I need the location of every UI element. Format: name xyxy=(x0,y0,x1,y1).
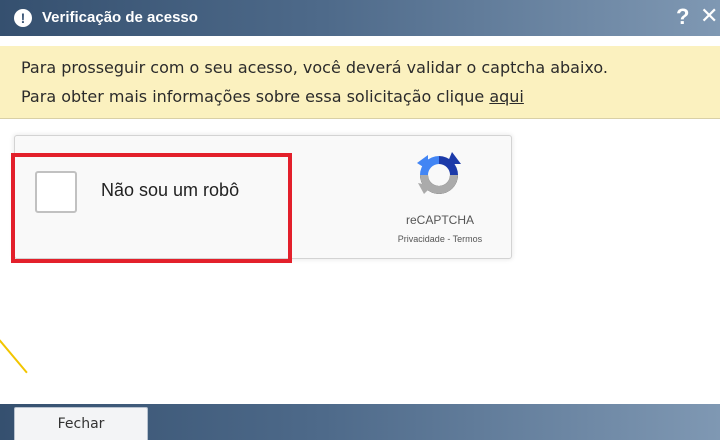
notice-info-prefix: Para obter mais informações sobre essa s… xyxy=(21,87,490,106)
notice-banner: Para prosseguir com o seu acesso, você d… xyxy=(0,46,720,119)
dialog-title: Verificação de acesso xyxy=(42,9,198,26)
recaptcha-links: Privacidade - Termos xyxy=(367,234,513,244)
info-link[interactable]: aqui xyxy=(489,87,524,106)
recaptcha-brand: reCAPTCHA xyxy=(405,213,474,227)
alert-icon: ! xyxy=(14,9,32,27)
highlight-box xyxy=(11,153,292,263)
help-button[interactable]: ? xyxy=(676,5,689,29)
decorative-line-left xyxy=(0,324,28,374)
notice-info-text: Para obter mais informações sobre essa s… xyxy=(21,87,524,106)
close-icon[interactable]: ✕ xyxy=(700,4,718,28)
dialog-titlebar: ! Verificação de acesso ? ✕ xyxy=(0,0,720,36)
terms-link[interactable]: Termos xyxy=(453,234,483,244)
notice-text: Para prosseguir com o seu acesso, você d… xyxy=(21,58,608,77)
close-button[interactable]: Fechar xyxy=(14,407,148,440)
links-separator: - xyxy=(444,234,453,244)
recaptcha-logo-icon xyxy=(417,152,461,194)
dialog-footer: Fechar xyxy=(0,404,720,440)
privacy-link[interactable]: Privacidade xyxy=(398,234,445,244)
